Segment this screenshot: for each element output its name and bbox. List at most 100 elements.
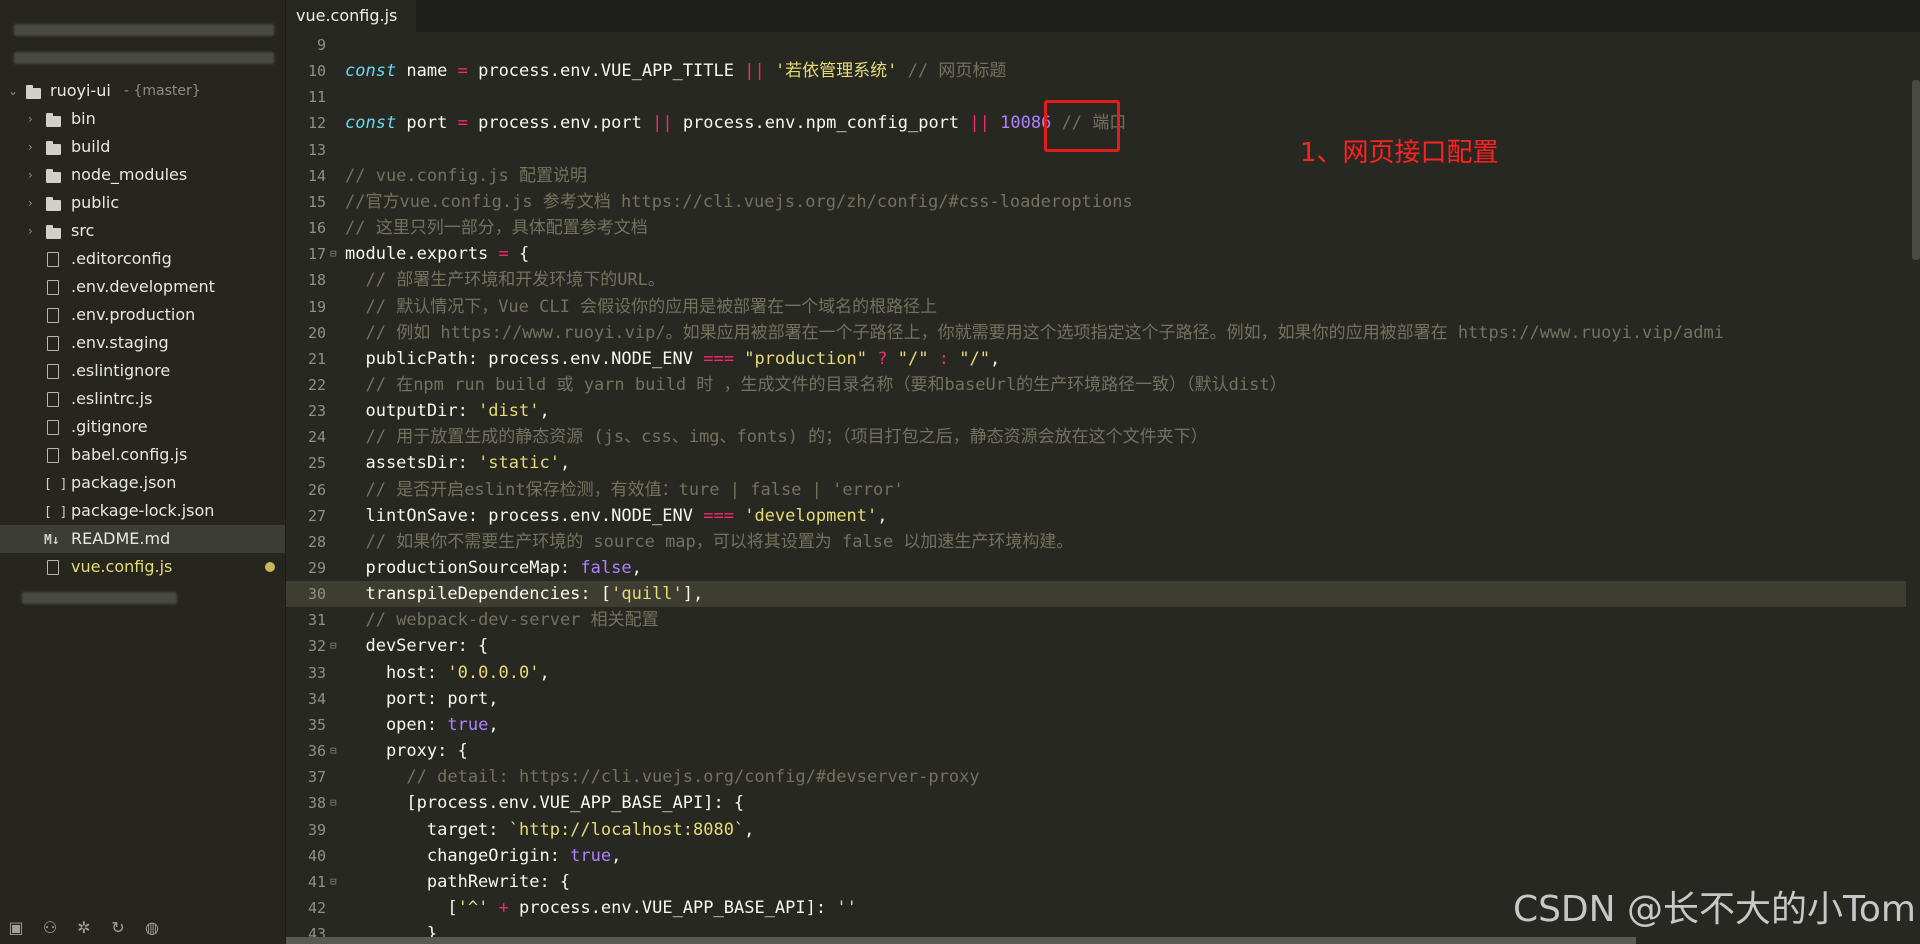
chevron-right-icon[interactable]: ›	[28, 161, 40, 189]
code-line[interactable]: 18 // 部署生产环境和开发环境下的URL。	[286, 267, 1906, 293]
horizontal-scrollbar[interactable]	[286, 937, 1636, 944]
sidebar-item-package-lock-json[interactable]: [ ] package-lock.json	[0, 497, 285, 525]
sidebar-item-build[interactable]: › build	[0, 133, 285, 161]
sidebar-item-package-json[interactable]: [ ] package.json	[0, 469, 285, 497]
line-number: 31	[307, 611, 326, 630]
git-icon[interactable]: ↻	[108, 918, 128, 937]
sidebar-item-editorconfig[interactable]: .editorconfig	[0, 245, 285, 273]
code-line[interactable]: 15 //官方vue.config.js 参考文档 https://cli.vue…	[286, 189, 1906, 215]
sidebar-item-eslintignore[interactable]: .eslintignore	[0, 357, 285, 385]
code-text: const name = process.env.VUE_APP_TITLE |…	[345, 61, 1007, 82]
code-text: lintOnSave: process.env.NODE_ENV === 'de…	[345, 505, 888, 526]
code-text: devServer: {	[345, 636, 489, 657]
code-line[interactable]: 10 const name = process.env.VUE_APP_TITLE…	[286, 58, 1906, 84]
code-line[interactable]: 31 // webpack-dev-server 相关配置	[286, 607, 1906, 633]
chevron-right-icon[interactable]: ›	[28, 189, 40, 217]
code-line[interactable]: 28 // 如果你不需要生产环境的 source map，可以将其设置为 fal…	[286, 529, 1906, 555]
code-line[interactable]: 14 // vue.config.js 配置说明	[286, 163, 1906, 189]
folder-icon	[46, 197, 61, 211]
code-line[interactable]: 19 // 默认情况下，Vue CLI 会假设你的应用是被部署在一个域名的根路径…	[286, 294, 1906, 320]
code-line[interactable]: 9	[286, 32, 1906, 58]
code-line[interactable]: 26 // 是否开启eslint保存检测，有效值：ture | false | …	[286, 477, 1906, 503]
code-line[interactable]: 39 target: `http://localhost:8080`,	[286, 817, 1906, 843]
line-number: 27	[307, 506, 326, 525]
branch-label: - {master}	[124, 83, 201, 99]
sidebar-item-gitignore[interactable]: .gitignore	[0, 413, 285, 441]
fold-toggle-icon[interactable]: ⊟	[330, 738, 337, 764]
code-line[interactable]: 21 publicPath: process.env.NODE_ENV === …	[286, 346, 1906, 372]
sidebar-item-label: .eslintignore	[71, 361, 171, 380]
chevron-right-icon[interactable]: ›	[28, 217, 40, 245]
code-line[interactable]: 32 ⊟ devServer: {	[286, 633, 1906, 659]
code-line[interactable]: 16 // 这里只列一部分，具体配置参考文档	[286, 215, 1906, 241]
tab-vue-config[interactable]: vue.config.js	[286, 0, 416, 32]
code-text: outputDir: 'dist',	[345, 401, 550, 422]
code-line[interactable]: 23 outputDir: 'dist',	[286, 398, 1906, 424]
js-file-icon	[47, 560, 59, 575]
code-text: }	[345, 924, 438, 937]
sidebar-item-label: bin	[71, 109, 96, 128]
code-line[interactable]: 35 open: true,	[286, 712, 1906, 738]
line-number: 10	[307, 62, 326, 81]
bug-icon[interactable]: ✲	[74, 918, 94, 937]
sidebar-item-env-production[interactable]: .env.production	[0, 301, 285, 329]
code-line[interactable]: 29 productionSourceMap: false,	[286, 555, 1906, 581]
code-text: productionSourceMap: false,	[345, 558, 642, 578]
file-icon	[47, 308, 59, 323]
code-line[interactable]: 17 ⊟ module.exports = {	[286, 241, 1906, 267]
project-root[interactable]: ⌄ ruoyi-ui - {master}	[0, 77, 285, 105]
code-text: target: `http://localhost:8080`,	[345, 819, 755, 840]
sidebar-item-bin[interactable]: › bin	[0, 105, 285, 133]
sidebar-item-label: README.md	[71, 529, 171, 548]
palette-icon[interactable]: ◍	[142, 918, 162, 937]
fold-toggle-icon[interactable]: ⊟	[330, 869, 337, 895]
code-line[interactable]: 22 // 在npm run build 或 yarn build 时 ，生成文…	[286, 372, 1906, 398]
code-line[interactable]: 27 lintOnSave: process.env.NODE_ENV === …	[286, 503, 1906, 529]
sidebar-item-src[interactable]: › src	[0, 217, 285, 245]
file-tree: › bin › build › node_modules › public › src .edito…	[0, 105, 285, 581]
fold-toggle-icon[interactable]: ⊟	[330, 241, 337, 267]
sidebar-item-env-development[interactable]: .env.development	[0, 273, 285, 301]
fold-toggle-icon[interactable]: ⊟	[330, 633, 337, 659]
code-text: [process.env.VUE_APP_BASE_API]: {	[345, 793, 745, 814]
binoculars-icon[interactable]: ⚇	[40, 918, 60, 937]
sidebar-item-vue-config-js[interactable]: vue.config.js	[0, 553, 285, 581]
folder-icon	[46, 113, 61, 127]
code-text: //官方vue.config.js 参考文档 https://cli.vuejs…	[345, 191, 1133, 212]
code-line[interactable]: 40 changeOrigin: true,	[286, 843, 1906, 869]
sidebar-item-eslintrc-js[interactable]: .eslintrc.js	[0, 385, 285, 413]
sidebar-item-readme-md[interactable]: M↓ README.md	[0, 525, 285, 553]
code-text: // 如果你不需要生产环境的 source map，可以将其设置为 false …	[365, 531, 1074, 552]
code-line[interactable]: 20 // 例如 https://www.ruoyi.vip/。如果应用被部署在…	[286, 320, 1906, 346]
sidebar-item-env-staging[interactable]: .env.staging	[0, 329, 285, 357]
code-editor[interactable]: 9 10 const name = process.env.VUE_APP_TITL…	[286, 32, 1920, 937]
code-line[interactable]: 33 host: '0.0.0.0',	[286, 660, 1906, 686]
sidebar-item-babel-config-js[interactable]: babel.config.js	[0, 441, 285, 469]
code-line[interactable]: 25 assetsDir: 'static',	[286, 450, 1906, 476]
folder-icon	[46, 225, 61, 239]
line-number: 42	[307, 898, 326, 917]
file-icon	[47, 336, 59, 351]
blurred-item	[14, 52, 274, 64]
line-number: 32	[307, 637, 326, 656]
code-line[interactable]: 34 port: port,	[286, 686, 1906, 712]
sidebar-item-node-modules[interactable]: › node_modules	[0, 161, 285, 189]
code-line[interactable]: 30 transpileDependencies: ['quill'],	[286, 581, 1906, 608]
code-line[interactable]: 38 ⊟ [process.env.VUE_APP_BASE_API]: {	[286, 790, 1906, 816]
line-number: 28	[307, 532, 326, 551]
js-file-icon	[47, 392, 59, 407]
chevron-right-icon[interactable]: ›	[28, 105, 40, 133]
line-number: 23	[307, 402, 326, 421]
code-text: changeOrigin: true,	[345, 845, 622, 866]
code-text: const port = process.env.port || process…	[345, 113, 1127, 134]
folder-toolbar-icon[interactable]: ▣	[6, 918, 26, 937]
vertical-scrollbar[interactable]	[1912, 80, 1920, 260]
code-line[interactable]: 37 // detail: https://cli.vuejs.org/conf…	[286, 764, 1906, 790]
sidebar-item-public[interactable]: › public	[0, 189, 285, 217]
code-line[interactable]: 36 ⊟ proxy: {	[286, 738, 1906, 764]
blurred-item	[14, 24, 274, 36]
project-name: ruoyi-ui	[50, 81, 111, 100]
fold-toggle-icon[interactable]: ⊟	[330, 790, 337, 816]
chevron-right-icon[interactable]: ›	[28, 133, 40, 161]
code-line[interactable]: 24 // 用于放置生成的静态资源 (js、css、img、fonts) 的；（…	[286, 424, 1906, 450]
